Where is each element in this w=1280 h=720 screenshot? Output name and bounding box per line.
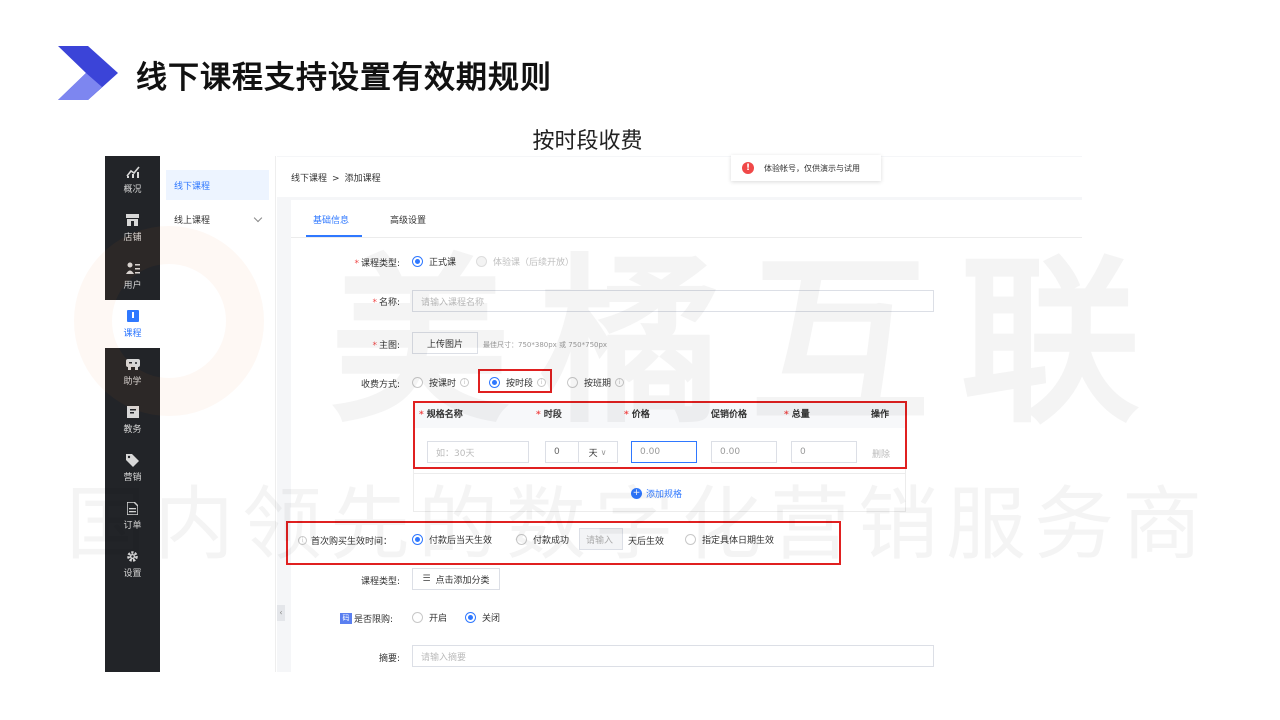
demo-account-notice: ! 体验帐号，仅供演示与试用 [731, 155, 881, 181]
top-bar [277, 157, 1082, 197]
breadcrumb-current: 添加课程 [344, 174, 381, 184]
sidebar-item-overview[interactable]: 概况 [105, 156, 160, 204]
chart-icon [125, 165, 140, 179]
breadcrumb-separator: > [332, 174, 340, 184]
sidebar-item-label: 教务 [123, 425, 142, 435]
notice-text: 体验帐号，仅供演示与试用 [764, 163, 860, 173]
slide-logo-icon [58, 46, 118, 100]
watermark-brand: 美橘互联 [330, 196, 1170, 457]
sidebar-item-label: 概况 [123, 185, 142, 195]
slide-subtitle: 按时段收费 [532, 129, 643, 154]
radio-dot [412, 612, 423, 623]
radio-limit-off[interactable]: 关闭 [465, 611, 500, 624]
warning-icon: ! [742, 162, 754, 174]
subnav-item-label: 线上课程 [174, 215, 211, 226]
radio-dot [465, 612, 476, 623]
slide-title: 线下课程支持设置有效期规则 [136, 60, 552, 96]
collapse-sidebar-handle[interactable]: ‹ [277, 605, 285, 621]
chevron-down-icon [253, 213, 263, 222]
subnav-item-offline-course[interactable]: 线下课程 [166, 170, 269, 200]
badge-icon: 码 [340, 613, 352, 624]
purchase-limit-label: 码 是否限购: [340, 612, 393, 625]
watermark-logo [74, 226, 264, 416]
radio-limit-on[interactable]: 开启 [412, 611, 447, 624]
breadcrumb-root[interactable]: 线下课程 [291, 174, 327, 184]
summary-label: 摘要: [378, 654, 400, 664]
watermark-slogan: 国内领先的数字化营销服务商 [66, 460, 1210, 576]
subnav-item-label: 线下课程 [174, 181, 211, 192]
summary-input[interactable]: 请输入摘要 [412, 645, 934, 667]
store-icon [126, 213, 140, 227]
breadcrumb: 线下课程 > 添加课程 [291, 171, 381, 184]
